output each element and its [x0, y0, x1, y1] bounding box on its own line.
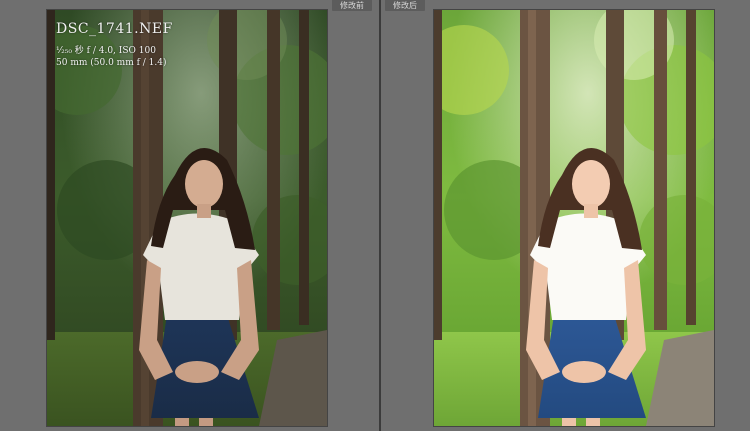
- before-pane[interactable]: 修改前 DSC_1741.NEF ¹⁄₂₅₀ 秒 f / 4.0, ISO 10…: [0, 0, 379, 431]
- portrait-photo-after-icon: [434, 10, 714, 426]
- portrait-photo-before-icon: [47, 10, 327, 426]
- before-photo[interactable]: DSC_1741.NEF ¹⁄₂₅₀ 秒 f / 4.0, ISO 100 50…: [46, 9, 328, 427]
- after-photo[interactable]: [433, 9, 715, 427]
- lens-info: 50 mm (50.0 mm f / 1.4): [56, 58, 167, 68]
- before-after-compare-view: 修改前 DSC_1741.NEF ¹⁄₂₅₀ 秒 f / 4.0, ISO 10…: [0, 0, 750, 431]
- before-label: 修改前: [332, 0, 372, 11]
- exposure-info: ¹⁄₂₅₀ 秒 f / 4.0, ISO 100: [56, 46, 156, 56]
- after-label: 修改后: [385, 0, 425, 11]
- file-name: DSC_1741.NEF: [56, 21, 173, 37]
- after-pane[interactable]: 修改后: [381, 0, 750, 431]
